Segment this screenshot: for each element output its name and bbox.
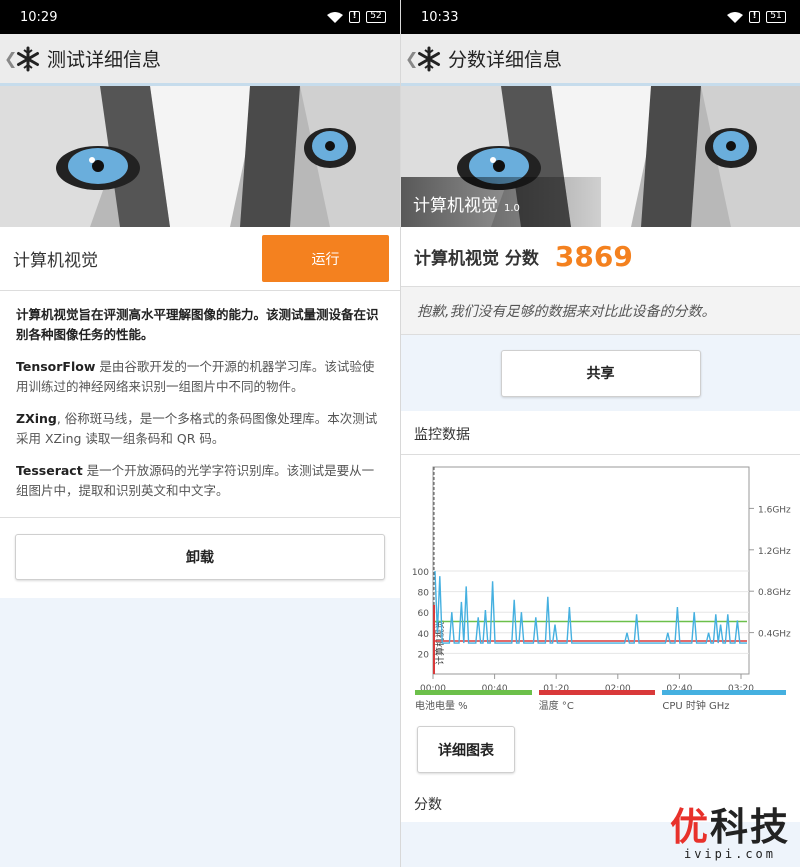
library-tensorflow: TensorFlow 是由谷歌开发的一个开源的机器学习库。该试验使用训练过的神经… [16,357,384,397]
x-tick-label: 02:00 [605,684,631,690]
share-button[interactable]: 共享 [500,349,701,397]
y-tick-label: 80 [418,589,430,599]
test-details-panel: 10:29 ! 52 ❮ 测试详细信息 计算机视觉 运行 计算机视觉旨在评测高水… [0,0,400,867]
chart-legend: 电池电量 % 温度 °C CPU 时钟 GHz [401,690,800,716]
share-section: 共享 [401,335,800,411]
x-tick-label: 00:40 [482,684,508,690]
y2-tick-label: 1.6GHz [758,505,791,515]
score-name: 计算机视觉 分数 [414,249,539,269]
legend-temperature: 温度 °C [538,690,656,716]
test-name: 计算机视觉 [13,251,98,271]
x-tick-label: 01:20 [543,684,569,690]
status-bar: 10:29 ! 52 [0,0,400,34]
score-row: 计算机视觉 分数 3869 [401,227,800,287]
status-time: 10:29 [20,9,58,25]
husky-eyes-banner [0,86,400,227]
library-name: TensorFlow [16,359,96,374]
run-button[interactable]: 运行 [262,235,389,282]
y2-tick-label: 1.2GHz [758,547,791,557]
score-details-panel: 10:33 ! 51 ❮ 分数详细信息 计算机视觉 1.0 计算机视觉 分数 3… [400,0,800,867]
monitoring-chart: 20 40 60 80 100 0.4GHz 0.8GHz 1.2GHz 1.6GHz 00:00… [401,455,800,694]
x-tick-label: 00:00 [420,684,446,690]
snowflake-logo-icon [17,46,39,71]
score-value: 3869 [554,240,633,273]
temp-start-bar [433,605,435,674]
page-title: 测试详细信息 [47,49,162,71]
back-icon[interactable]: ❮ [4,49,17,68]
hero-label: 计算机视觉 1.0 [401,177,601,227]
battery-icon: 51 [766,11,786,23]
test-row: 计算机视觉 运行 [0,227,400,291]
monitoring-title: 监控数据 [401,411,800,455]
description-lead: 计算机视觉旨在评测高水平理解图像的能力。该测试量测设备在识别各种图像任务的性能。 [16,307,379,342]
x-tick-label: 03:20 [728,684,754,690]
legend-cpu-clock: CPU 时钟 GHz [662,690,786,716]
detail-chart-button[interactable]: 详细图表 [417,726,515,773]
watermark-url: ivipi.com [683,847,776,861]
app-bar: ❮ 测试详细信息 [0,34,400,86]
husky-eyes-banner: 计算机视觉 1.0 [401,86,800,227]
library-text: , 俗称斑马线，是一个多格式的条码图像处理库。本次测试采用 XZing 读取一组… [16,411,378,446]
y-tick-label: 20 [418,650,430,660]
y2-tick-label: 0.8GHz [758,588,791,598]
library-tesseract: Tesseract 是一个开放源码的光学字符识别库。该测试是要从一组图片中，提取… [16,461,384,501]
detail-chart-section: 详细图表 [401,716,800,786]
watermark-logo: 优科技 [669,805,790,849]
y2-tick-label: 0.4GHz [758,630,791,640]
library-name: Tesseract [16,463,83,478]
alert-icon: ! [349,11,360,23]
watermark: 优科技 ivipi.com [670,807,790,861]
monitoring-card: 监控数据 20 40 60 80 100 0.4GHz 0.8GHz 1.2GHz 1.6GHz… [401,411,800,822]
y-tick-label: 60 [418,609,430,619]
wifi-icon [327,11,343,23]
page-title: 分数详细信息 [448,49,563,71]
status-time: 10:33 [421,9,459,25]
status-bar: 10:33 ! 51 [401,0,800,34]
back-icon[interactable]: ❮ [405,49,418,68]
library-zxing: ZXing, 俗称斑马线，是一个多格式的条码图像处理库。本次测试采用 XZing… [16,409,384,449]
snowflake-logo-icon [418,46,440,71]
library-name: ZXing [16,411,57,426]
hero-test-name: 计算机视觉 [413,196,498,216]
uninstall-section: 卸载 [0,518,400,598]
wifi-icon [727,11,743,23]
y-tick-label: 100 [412,568,429,578]
y-tick-label: 40 [418,630,430,640]
alert-icon: ! [749,11,760,23]
app-bar: ❮ 分数详细信息 [401,34,800,86]
battery-icon: 52 [366,11,386,23]
test-description: 计算机视觉旨在评测高水平理解图像的能力。该测试量测设备在识别各种图像任务的性能。… [0,291,400,518]
x-tick-label: 02:40 [666,684,692,690]
hero-version: 1.0 [504,203,520,214]
uninstall-button[interactable]: 卸载 [15,534,385,580]
legend-battery: 电池电量 % [415,690,532,716]
no-comparison-message: 抱歉,我们没有足够的数据来对比此设备的分数。 [401,287,800,335]
